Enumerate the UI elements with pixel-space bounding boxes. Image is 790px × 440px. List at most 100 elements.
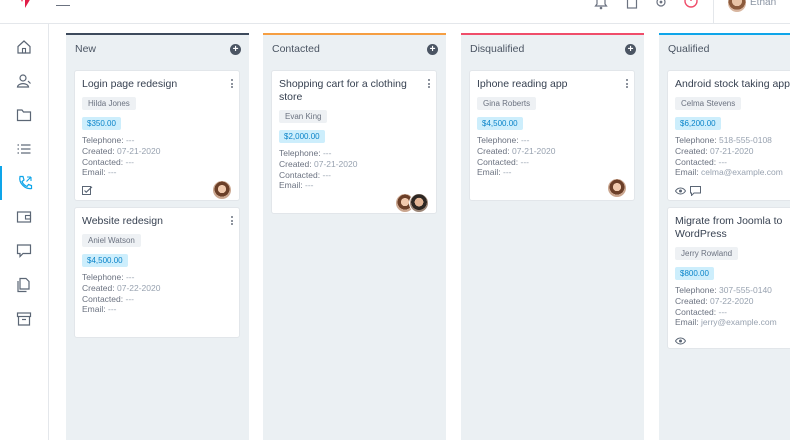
email-row: Email: celma@example.com — [675, 167, 783, 178]
card-footer — [477, 178, 627, 202]
documents-icon — [17, 277, 30, 293]
sidebar-item-chat[interactable] — [0, 234, 48, 268]
column-title: Disqualified — [470, 43, 525, 55]
menu-toggle-icon[interactable] — [56, 0, 70, 6]
contacted-row: Contacted: --- — [82, 293, 134, 304]
telephone-row: Telephone: 307-555-0140 — [675, 285, 772, 295]
created-row: Created: 07-21-2020 — [279, 158, 358, 169]
phone-icon — [19, 175, 33, 190]
lead-card[interactable]: Shopping cart for a clothing store Evan … — [271, 70, 437, 214]
created-row: Created: 07-22-2020 — [675, 295, 754, 306]
contacted-row: Contacted: --- — [82, 156, 134, 167]
amount-badge: $800.00 — [675, 267, 714, 280]
amount-badge: $4,500.00 — [82, 254, 128, 267]
amount-badge: $350.00 — [82, 117, 121, 130]
user-name[interactable]: Ethan — [750, 0, 776, 8]
email-row: Email: jerry@example.com — [675, 317, 777, 328]
contact-tag[interactable]: Aniel Watson — [82, 234, 141, 247]
telephone-row: Telephone: --- — [477, 135, 530, 145]
archive-icon — [16, 312, 32, 326]
email-row: Email: --- — [477, 167, 512, 178]
assignee-avatar[interactable] — [212, 180, 232, 201]
card-footer — [675, 332, 790, 352]
contacted-row: Contacted: --- — [477, 156, 529, 167]
checkbox-icon[interactable] — [82, 186, 93, 196]
contacted-row: Contacted: --- — [279, 169, 331, 180]
lead-card[interactable]: Android stock taking app Celma Stevens $… — [667, 70, 790, 201]
wallet-icon — [16, 211, 32, 223]
app-logo-icon[interactable] — [18, 0, 32, 8]
contact-tag[interactable]: Hilda Jones — [82, 97, 136, 110]
contact-tag[interactable]: Celma Stevens — [675, 97, 742, 110]
card-footer — [279, 193, 429, 215]
eye-icon[interactable] — [675, 336, 686, 346]
add-card-button[interactable]: + — [230, 43, 241, 55]
card-title: Shopping cart for a clothing store — [279, 78, 407, 103]
more-options-icon[interactable] — [230, 216, 233, 227]
sidebar-item-contacts[interactable] — [0, 64, 48, 98]
column-title: Qualified — [668, 43, 710, 55]
telephone-row: Telephone: --- — [82, 135, 135, 145]
clipboard-icon[interactable] — [625, 0, 639, 10]
card-title: Website redesign — [82, 215, 163, 227]
more-options-icon[interactable] — [427, 79, 430, 90]
card-title: Migrate from Joomla to WordPress — [675, 215, 783, 240]
column-title: Contacted — [272, 43, 320, 55]
more-options-icon[interactable] — [625, 79, 628, 90]
user-avatar[interactable] — [728, 0, 746, 12]
card-title: Login page redesign — [82, 78, 178, 90]
contact-tag[interactable]: Evan King — [279, 110, 328, 123]
eye-icon[interactable] — [675, 186, 686, 196]
sidebar-item-wallet[interactable] — [0, 200, 48, 234]
card-footer — [675, 182, 790, 202]
add-card-button[interactable]: + — [427, 43, 438, 55]
column-header: Contacted + — [263, 33, 446, 63]
contact-tag[interactable]: Jerry Rowland — [675, 247, 739, 260]
amount-badge: $6,200.00 — [675, 117, 721, 130]
email-row: Email: --- — [82, 304, 117, 315]
settings-icon[interactable] — [654, 0, 668, 10]
column-new: New + Login page redesign Hilda Jones $3… — [66, 33, 249, 440]
add-card-button[interactable]: + — [625, 43, 636, 55]
folder-icon — [16, 109, 32, 122]
column-contacted: Contacted + Shopping cart for a clothing… — [263, 33, 446, 440]
divider — [713, 0, 714, 24]
sidebar-item-projects[interactable] — [0, 98, 48, 132]
more-options-icon[interactable] — [230, 79, 233, 90]
chat-icon — [16, 244, 32, 258]
home-icon — [17, 40, 31, 54]
sidebar-item-archive[interactable] — [0, 302, 48, 336]
created-row: Created: 07-21-2020 — [82, 145, 161, 156]
amount-badge: $2,000.00 — [279, 130, 325, 143]
column-title: New — [75, 43, 97, 55]
power-icon[interactable] — [683, 0, 699, 10]
created-row: Created: 07-21-2020 — [477, 145, 556, 156]
lead-card[interactable]: Login page redesign Hilda Jones $350.00 … — [74, 70, 240, 201]
column-header: Disqualified + — [461, 33, 644, 63]
column-header: Qualified — [659, 33, 790, 63]
contact-tag[interactable]: Gina Roberts — [477, 97, 537, 110]
email-row: Email: --- — [279, 180, 314, 191]
lead-card[interactable]: Migrate from Joomla to WordPress Jerry R… — [667, 207, 790, 349]
assignee-avatar[interactable] — [409, 193, 429, 214]
created-row: Created: 07-22-2020 — [82, 282, 161, 293]
assignee-avatar[interactable] — [607, 178, 627, 199]
comment-icon[interactable] — [690, 186, 701, 197]
created-row: Created: 07-21-2020 — [675, 145, 754, 156]
column-header: New + — [66, 33, 249, 63]
kanban-board: New + Login page redesign Hilda Jones $3… — [49, 24, 790, 440]
lead-card[interactable]: Website redesign Aniel Watson $4,500.00 … — [74, 207, 240, 338]
list-icon — [17, 144, 31, 154]
contacted-row: Contacted: --- — [675, 306, 727, 317]
contacted-row: Contacted: --- — [675, 156, 727, 167]
bell-icon[interactable] — [594, 0, 608, 10]
amount-badge: $4,500.00 — [477, 117, 523, 130]
telephone-row: Telephone: --- — [82, 272, 135, 282]
sidebar-item-home[interactable] — [0, 30, 48, 64]
lead-card[interactable]: Iphone reading app Gina Roberts $4,500.0… — [469, 70, 635, 201]
sidebar-item-leads[interactable] — [0, 166, 48, 200]
sidebar-item-tasks[interactable] — [0, 132, 48, 166]
sidebar-item-documents[interactable] — [0, 268, 48, 302]
card-title: Iphone reading app — [477, 78, 568, 90]
card-title: Android stock taking app — [675, 78, 790, 90]
